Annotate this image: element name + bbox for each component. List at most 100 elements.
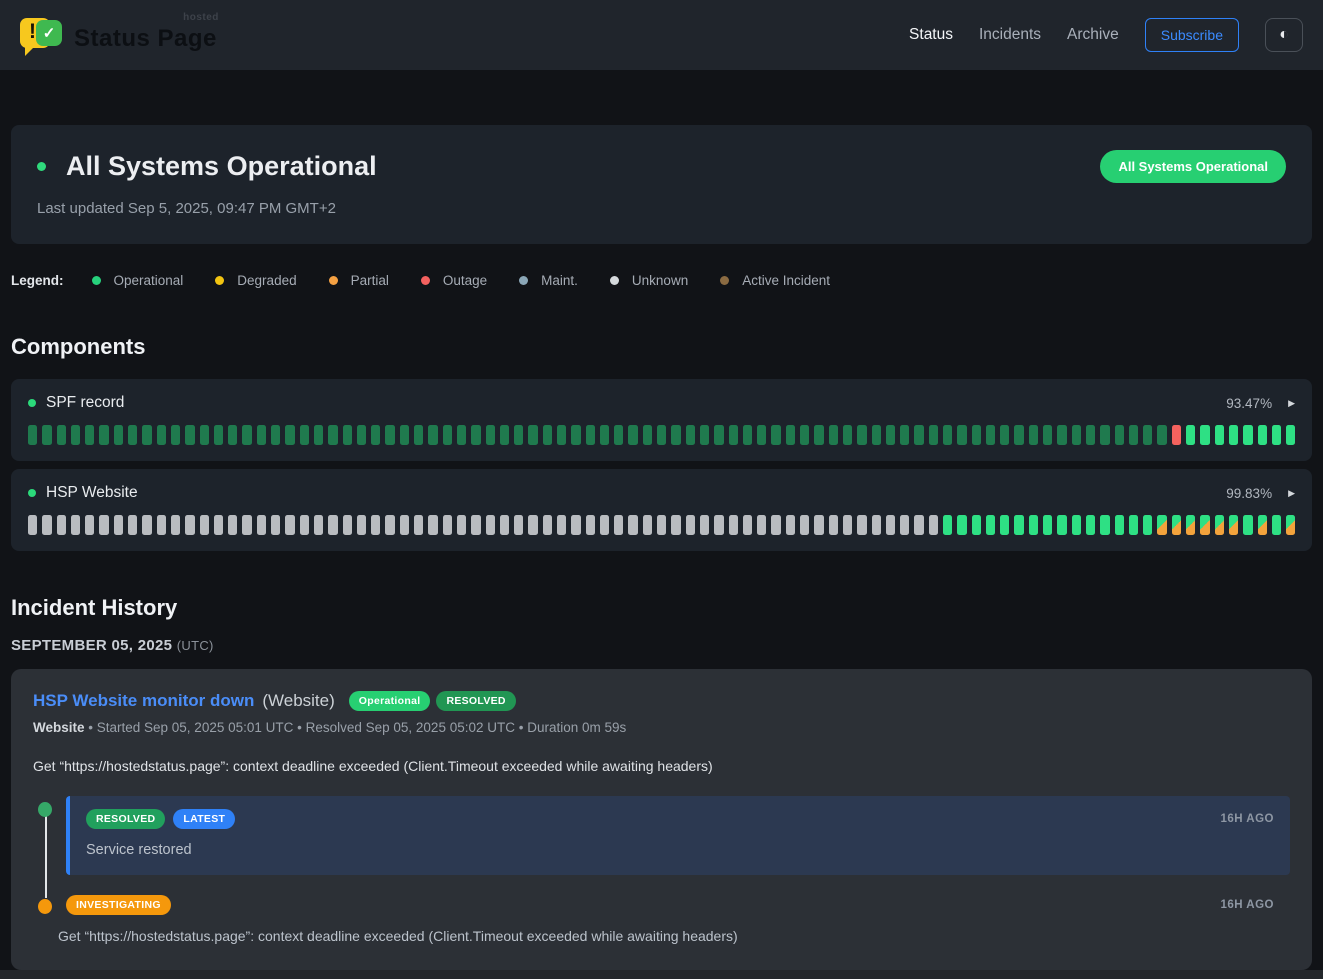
incident-date: SEPTEMBER 05, 2025 <box>11 637 172 654</box>
nav-item-incidents[interactable]: Incidents <box>979 26 1041 44</box>
incident-title-link[interactable]: HSP Website monitor down <box>33 691 254 711</box>
uptime-bar-operational <box>1200 425 1209 445</box>
components-list: SPF record93.47%▶HSP Website99.83%▶ <box>11 379 1312 551</box>
main-content: All Systems Operational All Systems Oper… <box>0 125 1323 970</box>
component-status-dot <box>28 399 36 407</box>
uptime-bar-operational_dim <box>757 425 766 445</box>
logo-bubble-tail <box>25 45 36 56</box>
uptime-bar-operational_dim <box>1014 425 1023 445</box>
uptime-bar-operational_dim <box>57 425 66 445</box>
uptime-bar-unknown <box>686 515 695 535</box>
uptime-bar-operational_dim <box>171 425 180 445</box>
legend-item-active-incident: Active Incident <box>720 273 830 288</box>
component-uptime-percent: 93.47% <box>1226 396 1272 411</box>
legend-dot <box>720 276 729 285</box>
uptime-bar-unknown <box>242 515 251 535</box>
uptime-bar-operational_dim <box>128 425 137 445</box>
overall-status-title: All Systems Operational <box>66 151 377 182</box>
uptime-bar-unknown <box>128 515 137 535</box>
uptime-bar-unknown <box>557 515 566 535</box>
uptime-bar-operational_dim <box>314 425 323 445</box>
uptime-bar-operational_dim <box>643 425 652 445</box>
uptime-bar-operational_dim <box>586 425 595 445</box>
uptime-bar-operational_dim <box>1100 425 1109 445</box>
legend-item-label: Partial <box>351 273 389 288</box>
uptime-bar-unknown <box>314 515 323 535</box>
component-name: HSP Website <box>46 484 138 502</box>
timeline-entry-header: INVESTIGATING16H AGO <box>66 895 1274 915</box>
timeline-entry: RESOLVEDLATEST16H AGOService restored <box>33 796 1290 875</box>
uptime-bar-unknown <box>285 515 294 535</box>
uptime-bar-operational_dim <box>829 425 838 445</box>
uptime-bar-operational <box>1272 425 1281 445</box>
uptime-bar-operational_dim <box>571 425 580 445</box>
uptime-bar-operational_dim <box>1129 425 1138 445</box>
expand-arrow-icon[interactable]: ▶ <box>1288 488 1295 499</box>
uptime-bar-operational_dim <box>99 425 108 445</box>
expand-arrow-icon[interactable]: ▶ <box>1288 398 1295 409</box>
uptime-bar-operational <box>1115 515 1124 535</box>
legend-item-degraded: Degraded <box>215 273 296 288</box>
uptime-bar-unknown <box>571 515 580 535</box>
uptime-bar-operational_dim <box>200 425 209 445</box>
uptime-bar-operational_dim <box>714 425 723 445</box>
incident-badge-resolved: RESOLVED <box>436 691 515 711</box>
uptime-bar-unknown <box>42 515 51 535</box>
uptime-bar-partial <box>1258 515 1267 535</box>
uptime-bar-operational_dim <box>71 425 80 445</box>
incident-history-heading: Incident History <box>11 595 1312 621</box>
uptime-bar-unknown <box>671 515 680 535</box>
component-status-dot <box>28 489 36 497</box>
uptime-bar-unknown <box>457 515 466 535</box>
uptime-bar-operational_dim <box>1115 425 1124 445</box>
uptime-bar-operational_dim <box>371 425 380 445</box>
uptime-bar-unknown <box>142 515 151 535</box>
brand-superscript: hosted <box>183 12 219 23</box>
uptime-bar-unknown <box>643 515 652 535</box>
uptime-bar-operational <box>1014 515 1023 535</box>
uptime-bar-operational <box>1243 425 1252 445</box>
uptime-bar-operational_dim <box>557 425 566 445</box>
uptime-bar-unknown <box>71 515 80 535</box>
uptime-bar-operational <box>1129 515 1138 535</box>
header-right: Status Incidents Archive Subscribe ◐ <box>909 18 1303 52</box>
uptime-bar-operational_dim <box>729 425 738 445</box>
component-uptime-percent: 99.83% <box>1226 486 1272 501</box>
incident-meta: Website • Started Sep 05, 2025 05:01 UTC… <box>33 720 1290 735</box>
uptime-bar-operational <box>1000 515 1009 535</box>
theme-toggle-button[interactable]: ◐ <box>1265 18 1303 52</box>
uptime-bar-operational_dim <box>500 425 509 445</box>
uptime-bar-operational_dim <box>457 425 466 445</box>
uptime-bar-unknown <box>872 515 881 535</box>
uptime-bar-unknown <box>471 515 480 535</box>
nav-item-status[interactable]: Status <box>909 26 953 44</box>
brand-logo[interactable]: ! ✓ Status Page hosted <box>20 15 217 55</box>
component-header[interactable]: HSP Website 99.83% ▶ <box>28 484 1295 502</box>
incident-component-suffix: (Website) <box>262 691 334 711</box>
uptime-bar-unknown <box>214 515 223 535</box>
subscribe-button[interactable]: Subscribe <box>1145 18 1239 52</box>
uptime-bar-unknown <box>786 515 795 535</box>
uptime-bar-unknown <box>114 515 123 535</box>
nav-item-archive[interactable]: Archive <box>1067 26 1119 44</box>
uptime-bar-operational_dim <box>1057 425 1066 445</box>
legend-item-label: Outage <box>443 273 487 288</box>
legend-item-label: Operational <box>114 273 184 288</box>
uptime-bar-operational_dim <box>400 425 409 445</box>
component-card-spf-record: SPF record93.47%▶ <box>11 379 1312 461</box>
uptime-bar-operational_dim <box>929 425 938 445</box>
legend-items: OperationalDegradedPartialOutageMaint.Un… <box>92 273 863 288</box>
uptime-bar-operational_dim <box>428 425 437 445</box>
uptime-bar-unknown <box>586 515 595 535</box>
incident-badge-operational: Operational <box>349 691 431 711</box>
incident-title-badges: OperationalRESOLVED <box>343 691 516 711</box>
component-header[interactable]: SPF record93.47%▶ <box>28 394 1295 412</box>
uptime-bar-operational_dim <box>443 425 452 445</box>
uptime-bar-operational_dim <box>743 425 752 445</box>
uptime-bar-operational <box>1043 515 1052 535</box>
brand-name: Status Page <box>74 25 217 52</box>
legend-dot <box>519 276 528 285</box>
incident-description: Get “https://hostedstatus.page”: context… <box>33 758 1290 774</box>
uptime-bar-unknown <box>99 515 108 535</box>
uptime-bar-unknown <box>700 515 709 535</box>
